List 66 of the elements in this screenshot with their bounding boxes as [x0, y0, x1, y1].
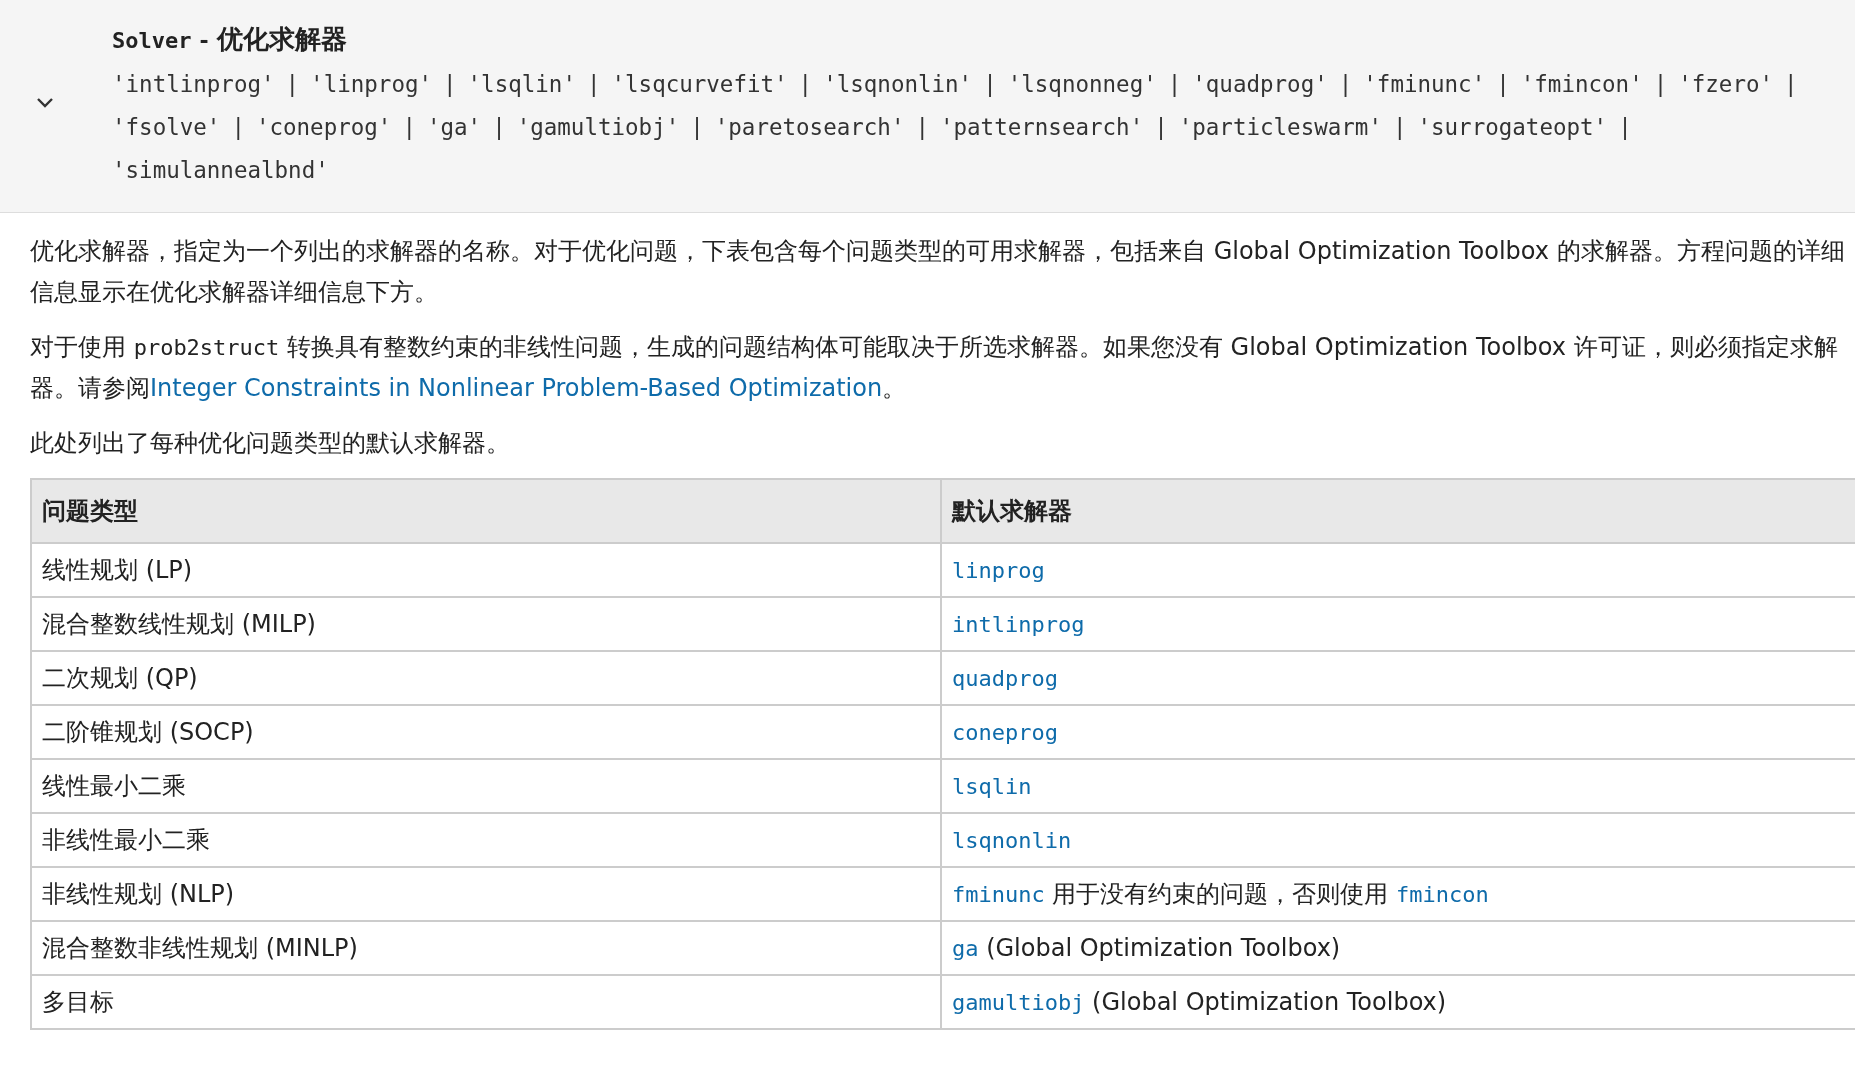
separator: | — [1167, 70, 1182, 99]
option-name: Solver — [112, 28, 192, 53]
doc-link[interactable]: Integer Constraints in Nonlinear Problem-Based Optimization — [150, 374, 883, 402]
title-dash: - — [199, 28, 209, 53]
separator: | — [231, 113, 245, 142]
solver-link[interactable]: ga — [952, 936, 979, 961]
table-cell: 二次规划 (QP) — [31, 651, 941, 705]
option-title: 优化求解器 — [216, 23, 347, 56]
option-value: 'surrogateopt' — [1417, 113, 1608, 142]
solver-link[interactable]: gamultiobj — [952, 990, 1085, 1015]
option-value: 'paretosearch' — [714, 113, 905, 142]
paragraph: 对于使用 prob2struct 转换具有整数约束的非线性问题，生成的问题结构体可能取决于所选求解器。如果您没有 Global Optimization Toolbox 许可证，则必须指定求解器。请参阅Integer Constraints in Nonlinear Problem-Based Optimization。 — [30, 332, 1839, 404]
option-value: 'lsqnonlin' — [823, 70, 973, 99]
column-header: 默认求解器 — [941, 479, 1855, 543]
table-cell: 非线性最小二乘 — [31, 813, 941, 867]
option-value: 'fsolve' — [112, 113, 221, 142]
separator: | — [586, 70, 601, 99]
option-value: 'fminunc' — [1363, 70, 1486, 99]
option-value: 'quadprog' — [1192, 70, 1328, 99]
paragraph: 优化求解器，指定为一个列出的求解器的名称。对于优化问题，下表包含每个问题类型的可用求解器，包括来自 Global Optimization Toolbox 的求解器。方程问题的详细信息显示在优化求解器详细信息下方。 — [30, 236, 1846, 308]
separator: | — [1618, 113, 1632, 142]
separator: | — [1392, 113, 1407, 142]
separator: | — [492, 113, 506, 142]
solver-link[interactable]: linprog — [952, 558, 1045, 583]
separator: | — [285, 70, 300, 99]
solver-link[interactable]: lsqnonlin — [952, 828, 1072, 853]
option-value: 'simulannealbnd' — [112, 156, 329, 185]
paragraph: 此处列出了每种优化问题类型的默认求解器。 — [30, 428, 511, 459]
solver-link[interactable]: coneprog — [952, 720, 1058, 745]
separator: | — [443, 70, 457, 99]
option-value: 'fmincon' — [1520, 70, 1643, 99]
separator: | — [1653, 70, 1668, 99]
chevron-icon — [36, 97, 54, 109]
option-value: 'lsqlin' — [467, 70, 576, 99]
table-cell: 线性规划 (LP) — [31, 543, 941, 597]
option-value: 'lsqcurvefit' — [611, 70, 788, 99]
separator: | — [1784, 70, 1798, 99]
table-cell: 混合整数线性规划 (MILP) — [31, 597, 941, 651]
solver-link[interactable]: lsqlin — [952, 774, 1032, 799]
separator: | — [402, 113, 416, 142]
separator: | — [1338, 70, 1353, 99]
solver-link[interactable]: intlinprog — [952, 612, 1085, 637]
option-value: 'particleswarm' — [1178, 113, 1382, 142]
solver-link[interactable]: fminunc — [952, 882, 1045, 907]
option-value: 'lsqnonneg' — [1007, 70, 1157, 99]
column-header: 问题类型 — [31, 479, 941, 543]
table-cell: 非线性规划 (NLP) — [31, 867, 941, 921]
separator: | — [983, 70, 997, 99]
table-cell: 混合整数非线性规划 (MINLP) — [31, 921, 941, 975]
option-value: 'linprog' — [310, 70, 433, 99]
separator: | — [1496, 70, 1510, 99]
table-cell: 多目标 — [31, 975, 941, 1029]
separator: | — [798, 70, 813, 99]
solver-link[interactable]: quadprog — [952, 666, 1058, 691]
separator: | — [915, 113, 929, 142]
option-value: 'gamultiobj' — [516, 113, 680, 142]
separator: | — [1154, 113, 1168, 142]
solver-link[interactable]: fmincon — [1396, 882, 1489, 907]
option-value: 'fzero' — [1678, 70, 1774, 99]
table-cell: 线性最小二乘 — [31, 759, 941, 813]
option-value: 'patternsearch' — [940, 113, 1144, 142]
option-value: 'coneprog' — [255, 113, 392, 142]
option-value: 'intlinprog' — [112, 70, 275, 99]
table-cell: 二阶锥规划 (SOCP) — [31, 705, 941, 759]
separator: | — [690, 113, 704, 142]
option-value: 'ga' — [426, 113, 482, 142]
